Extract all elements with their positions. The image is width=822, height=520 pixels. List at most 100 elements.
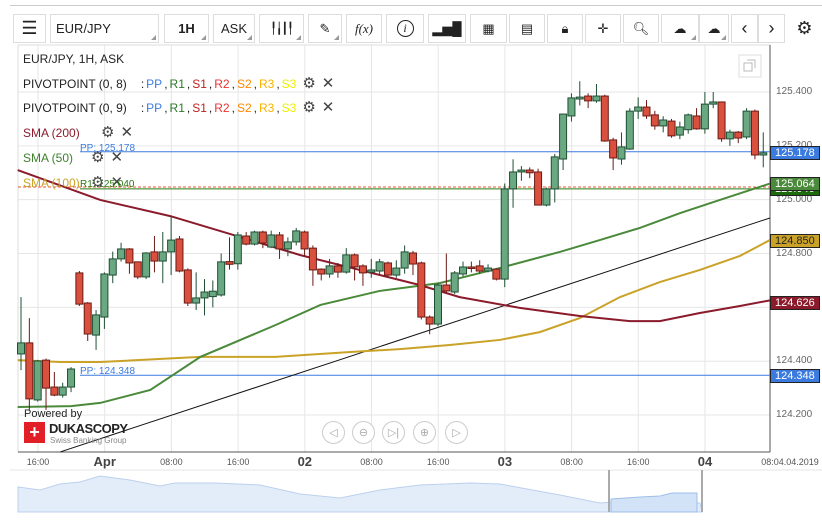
gear-icon[interactable]: ⚙ <box>302 100 315 115</box>
candle-body <box>83 302 92 335</box>
candle-down <box>308 245 317 286</box>
candle-up <box>58 382 67 398</box>
scroll-left-button[interactable]: ◁ <box>322 421 345 444</box>
candle-up <box>450 271 459 294</box>
candle-body <box>292 230 301 243</box>
candle-body <box>42 359 51 389</box>
candle-up <box>459 261 468 277</box>
candle-down <box>609 137 618 171</box>
candle-down <box>534 168 543 206</box>
candle-up <box>559 113 568 171</box>
close-icon[interactable]: ✕ <box>322 100 335 115</box>
candle-down <box>467 261 476 273</box>
candle-up <box>617 132 626 165</box>
candle-body <box>700 103 709 130</box>
zoom-in-icon: ⊕ <box>419 427 430 439</box>
candle-body <box>308 247 317 271</box>
candle-down <box>242 231 251 246</box>
candle-body <box>267 234 276 248</box>
candle-down <box>584 93 593 109</box>
candle-up <box>192 272 201 311</box>
key-s3: S3 <box>281 77 297 91</box>
gear-icon[interactable]: ⚙ <box>302 76 315 91</box>
navigator[interactable] <box>10 469 822 513</box>
candle-down <box>133 261 142 280</box>
key-r2: R2 <box>214 101 230 115</box>
candle-body <box>383 262 392 276</box>
candle-body <box>200 291 209 299</box>
go-latest-button[interactable]: ▷| <box>382 421 405 444</box>
legend-sep: : <box>140 101 145 115</box>
candle-up <box>700 92 709 134</box>
candle-body <box>108 258 117 276</box>
candle-up <box>142 252 151 280</box>
candle-body <box>750 110 759 156</box>
x-tick-label: 08:00 <box>160 457 183 467</box>
brand-name: DUKASCOPY <box>49 421 128 436</box>
r1-label: R1: 125.040 <box>80 179 135 190</box>
candle-down <box>83 301 92 342</box>
candle-body <box>150 251 159 262</box>
candle-down <box>350 253 359 281</box>
candle-body <box>600 95 609 142</box>
candle-up <box>367 258 376 278</box>
candle-body <box>350 254 359 268</box>
chart-title: EUR/JPY, 1H, ASK <box>23 52 124 66</box>
candle-body <box>317 268 326 275</box>
candle-down <box>125 248 134 274</box>
indicator-lines <box>17 169 771 453</box>
candle-up <box>67 367 76 393</box>
candle-body <box>650 114 659 127</box>
candle-body <box>192 297 201 304</box>
candle-body <box>500 188 509 280</box>
skip-end-icon: ▷| <box>387 427 400 439</box>
zoom-in-button[interactable]: ⊕ <box>413 421 436 444</box>
zoom-out-icon: ⊖ <box>358 427 369 439</box>
x-tick-label: 08:00 <box>560 457 583 467</box>
candle-body <box>584 95 593 102</box>
candle-down <box>750 109 759 160</box>
candle-up <box>33 359 42 402</box>
zoom-out-button[interactable]: ⊖ <box>352 421 375 444</box>
y-tick-label: 125.400 <box>776 86 813 97</box>
candle-body <box>300 231 309 250</box>
candle-down <box>650 110 659 130</box>
candle-down <box>75 271 84 307</box>
candle-body <box>609 139 618 159</box>
candle-up <box>509 159 518 208</box>
candle-down <box>183 268 192 307</box>
candle-body <box>367 269 376 273</box>
close-icon[interactable]: ✕ <box>121 125 134 140</box>
candle-down <box>383 261 392 277</box>
candle-body <box>550 156 559 190</box>
candle-up <box>434 283 442 327</box>
candle-down <box>358 264 367 286</box>
candle-body <box>709 101 718 105</box>
brand-sub: Swiss Banking Group <box>50 436 127 445</box>
x-tick-label: 04 <box>697 454 713 469</box>
legend-sep: : <box>140 77 145 91</box>
candle-body <box>684 114 693 131</box>
candle-down <box>717 101 726 142</box>
candle-up <box>725 129 734 146</box>
popout-button[interactable] <box>738 54 762 78</box>
candle-down <box>734 131 743 144</box>
candle-up <box>92 310 101 350</box>
candle-body <box>592 95 601 102</box>
candle-body <box>659 119 668 127</box>
candle-body <box>275 234 284 250</box>
candle-body <box>17 342 25 355</box>
candle-body <box>634 106 643 112</box>
candle-body <box>442 284 451 292</box>
candle-body <box>33 360 42 401</box>
candle-body <box>692 115 701 130</box>
pp-bottom-label: PP: 124.348 <box>80 366 136 377</box>
gear-icon[interactable]: ⚙ <box>101 125 114 140</box>
candle-down <box>692 108 701 130</box>
scroll-right-button[interactable]: ▷ <box>445 421 468 444</box>
legend-label: SMA (100) <box>23 176 80 190</box>
candle-body <box>517 169 526 173</box>
candle-body <box>375 261 384 272</box>
candle-up <box>659 116 668 133</box>
close-icon[interactable]: ✕ <box>322 76 335 91</box>
